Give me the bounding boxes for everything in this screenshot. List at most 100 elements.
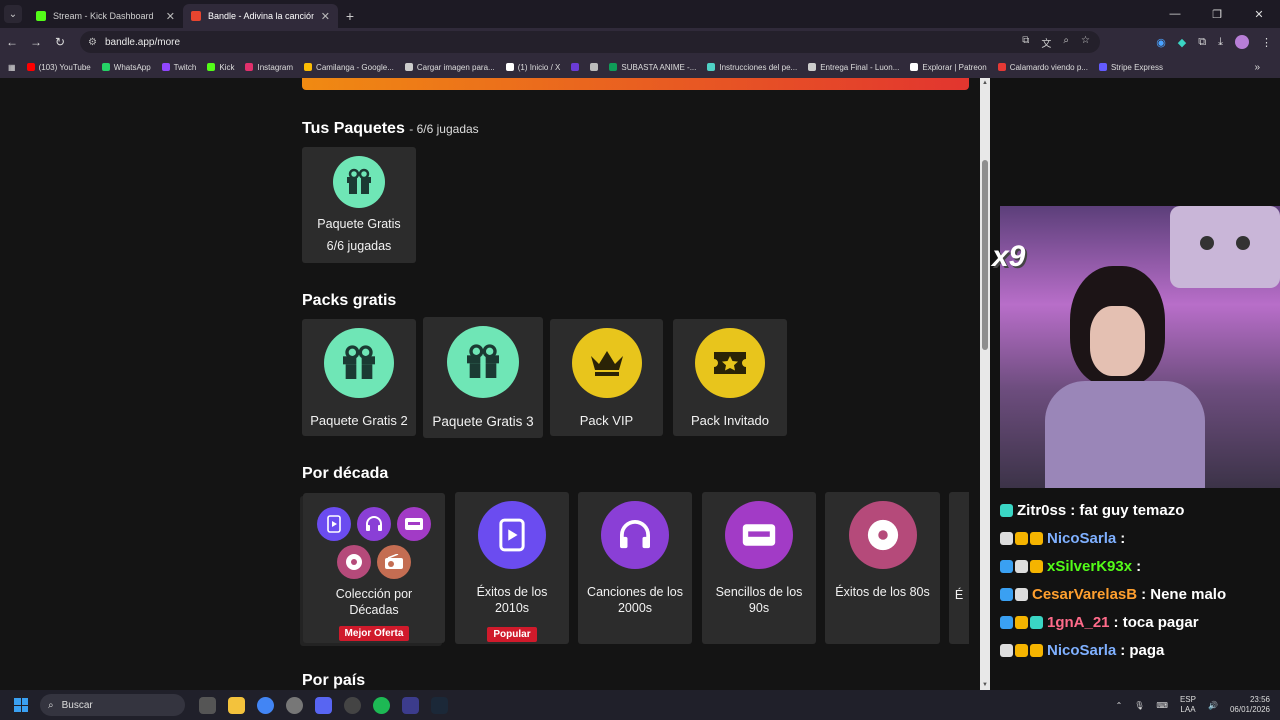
user-badges (1000, 503, 1013, 517)
close-window-icon[interactable]: ✕ (1238, 0, 1280, 28)
bookmark-item[interactable]: Calamardo viendo p... (997, 63, 1088, 72)
badge-icon (1015, 587, 1028, 601)
taskbar-apps (199, 696, 448, 714)
spotify-icon[interactable] (373, 696, 390, 714)
bookmark-star-icon[interactable]: ☆ (1081, 35, 1090, 50)
bookmark-favicon-icon (101, 63, 110, 71)
scroll-down-icon[interactable]: ▼ (982, 682, 988, 688)
settings-icon[interactable] (286, 696, 303, 714)
browser-toolbar: ← → ↻ ⚙ bandle.app/more ⧉ 文 ⌕ ☆ ◉ ◆ ⧉ ⤓ … (0, 28, 1280, 56)
bookmark-item[interactable]: Stripe Express (1098, 63, 1163, 72)
forward-icon[interactable]: → (24, 35, 48, 49)
bookmark-item[interactable]: Instrucciones del pe... (707, 63, 797, 72)
bookmark-item[interactable] (590, 63, 599, 71)
bookmark-item[interactable]: Kick (207, 63, 234, 72)
decade-card-partial[interactable]: É (949, 492, 969, 644)
chat-username[interactable]: NicoSarla (1047, 530, 1116, 547)
tab-search-button[interactable]: ⌄ (4, 5, 22, 23)
bookmark-label: Instrucciones del pe... (719, 62, 798, 72)
apps-icon[interactable]: ▦ (8, 63, 16, 72)
bookmark-item[interactable]: (103) YouTube (26, 63, 91, 72)
scroll-up-icon[interactable]: ▲ (982, 80, 988, 86)
close-icon[interactable]: ✕ (166, 10, 175, 23)
badge-icon (1000, 643, 1013, 657)
section-por-pais: Por país (302, 672, 365, 690)
pack-card[interactable]: Pack Invitado (673, 319, 787, 436)
download-icon[interactable]: ⤓ (1218, 36, 1223, 49)
zoom-icon[interactable]: ⌕ (1063, 35, 1069, 50)
obs-icon[interactable] (344, 696, 361, 714)
pack-card[interactable]: Paquete Gratis 2 (302, 319, 416, 436)
microphone-icon[interactable]: 🎙 (1134, 701, 1144, 710)
language-indicator[interactable]: ESP LAA (1180, 695, 1196, 714)
chat-username[interactable]: NicoSarla (1047, 642, 1116, 659)
bookmark-item[interactable]: (1) Inicio / X (505, 62, 561, 72)
decade-card[interactable]: Sencillos de los 90s (702, 492, 816, 644)
bookmark-label: Explorar | Patreon (922, 62, 987, 72)
reload-icon[interactable]: ↻ (48, 35, 72, 49)
section-por-decada: Por década (302, 465, 388, 483)
chat-username[interactable]: Zitr0ss (1017, 502, 1066, 519)
decade-card[interactable]: Éxitos de los 2010s Popular (455, 492, 569, 644)
address-bar[interactable]: ⚙ bandle.app/more ⧉ 文 ⌕ ☆ (80, 31, 1100, 53)
chat-username[interactable]: CesarVarelasB (1032, 586, 1137, 603)
bookmark-item[interactable]: Entrega Final - Luon... (808, 63, 899, 72)
page-scrollbar[interactable]: ▲ ▼ (980, 78, 990, 690)
chat-username[interactable]: xSilverK93x (1047, 558, 1132, 575)
bookmark-item[interactable]: Explorar | Patreon (910, 62, 987, 72)
pack-card[interactable]: Paquete Gratis 3 (423, 317, 543, 438)
bookmark-item[interactable] (571, 63, 580, 71)
new-tab-button[interactable]: + (338, 8, 362, 24)
user-badges (1000, 587, 1028, 601)
keyboard-icon[interactable]: ⌨ (1156, 701, 1168, 710)
clock[interactable]: 23:56 06/01/2026 (1230, 695, 1270, 716)
bookmark-item[interactable]: Cargar imagen para... (404, 63, 495, 72)
bookmark-item[interactable]: Twitch (161, 63, 196, 72)
bookmark-label: (1) Inicio / X (517, 62, 561, 72)
close-icon[interactable]: ✕ (321, 10, 330, 23)
popular-badge: Popular (487, 627, 537, 642)
pack-card[interactable]: Pack VIP (550, 319, 663, 436)
webcam-feed (1000, 206, 1280, 488)
decade-card[interactable]: Canciones de los 2000s (578, 492, 692, 644)
minimize-icon[interactable]: — (1154, 0, 1196, 28)
menu-icon[interactable]: ⋮ (1261, 36, 1272, 49)
maximize-icon[interactable]: ❐ (1196, 0, 1238, 28)
taskbar-search[interactable]: ⌕ Buscar (40, 694, 185, 716)
bookmark-item[interactable]: Camilanga - Google... (304, 63, 394, 72)
bookmark-favicon-icon (808, 63, 817, 71)
bookmark-favicon-icon (1098, 63, 1107, 71)
install-icon[interactable]: ⧉ (1022, 35, 1029, 50)
windows-start-icon[interactable] (14, 698, 28, 712)
translate-icon[interactable]: 文 (1041, 35, 1051, 50)
back-icon[interactable]: ← (0, 35, 24, 49)
pack-card[interactable]: Paquete Gratis 6/6 jugadas (302, 147, 416, 263)
discord-icon[interactable] (315, 696, 332, 714)
file-explorer-icon[interactable] (228, 696, 245, 714)
app-icon[interactable] (199, 696, 216, 714)
bookmark-item[interactable]: WhatsApp (101, 63, 151, 72)
tab-bandle[interactable]: Bandle - Adivina la canción, un ✕ (183, 4, 338, 28)
extensions-icon[interactable]: ⧉ (1198, 36, 1206, 49)
user-badges (1000, 559, 1043, 573)
decade-collection-card[interactable]: Colección por Décadas Mejor Oferta (303, 493, 445, 643)
ticket-star-icon (695, 328, 765, 398)
tab-kick-dashboard[interactable]: Stream - Kick Dashboard ✕ (28, 4, 183, 28)
cassette-icon (397, 507, 431, 541)
badge-icon (1015, 615, 1028, 629)
steam-icon[interactable] (431, 696, 448, 714)
bookmark-item[interactable]: Instagram (245, 63, 293, 72)
decade-card[interactable]: Éxitos de los 80s (825, 492, 940, 644)
extension-icon[interactable]: ◉ (1156, 36, 1166, 49)
chevron-up-icon[interactable]: ⌃ (1116, 701, 1123, 710)
volume-icon[interactable]: 🔊 (1208, 701, 1218, 710)
app-icon[interactable] (402, 696, 419, 714)
more-bookmarks-icon[interactable]: » (1254, 62, 1260, 73)
chat-username[interactable]: 1gnA_21 (1047, 614, 1110, 631)
site-info-icon[interactable]: ⚙ (88, 37, 97, 48)
chrome-icon[interactable] (257, 696, 274, 714)
profile-avatar[interactable] (1235, 35, 1249, 49)
bookmark-item[interactable]: SUBASTA ANIME -... (609, 63, 696, 72)
scrollbar-thumb[interactable] (982, 160, 988, 350)
extension-icon[interactable]: ◆ (1178, 36, 1186, 49)
